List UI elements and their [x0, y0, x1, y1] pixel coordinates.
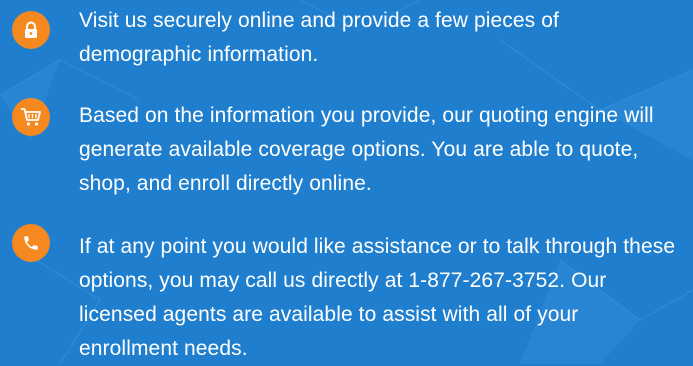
- lock-icon: [12, 11, 50, 49]
- step-text: Based on the information you provide, ou…: [79, 104, 654, 195]
- shopping-cart-icon: [12, 98, 50, 136]
- step-text: If at any point you would like assistanc…: [79, 235, 676, 360]
- step-text: Visit us securely online and provide a f…: [79, 9, 559, 66]
- steps-list: Visit us securely online and provide a f…: [0, 0, 693, 364]
- phone-icon: [12, 224, 50, 262]
